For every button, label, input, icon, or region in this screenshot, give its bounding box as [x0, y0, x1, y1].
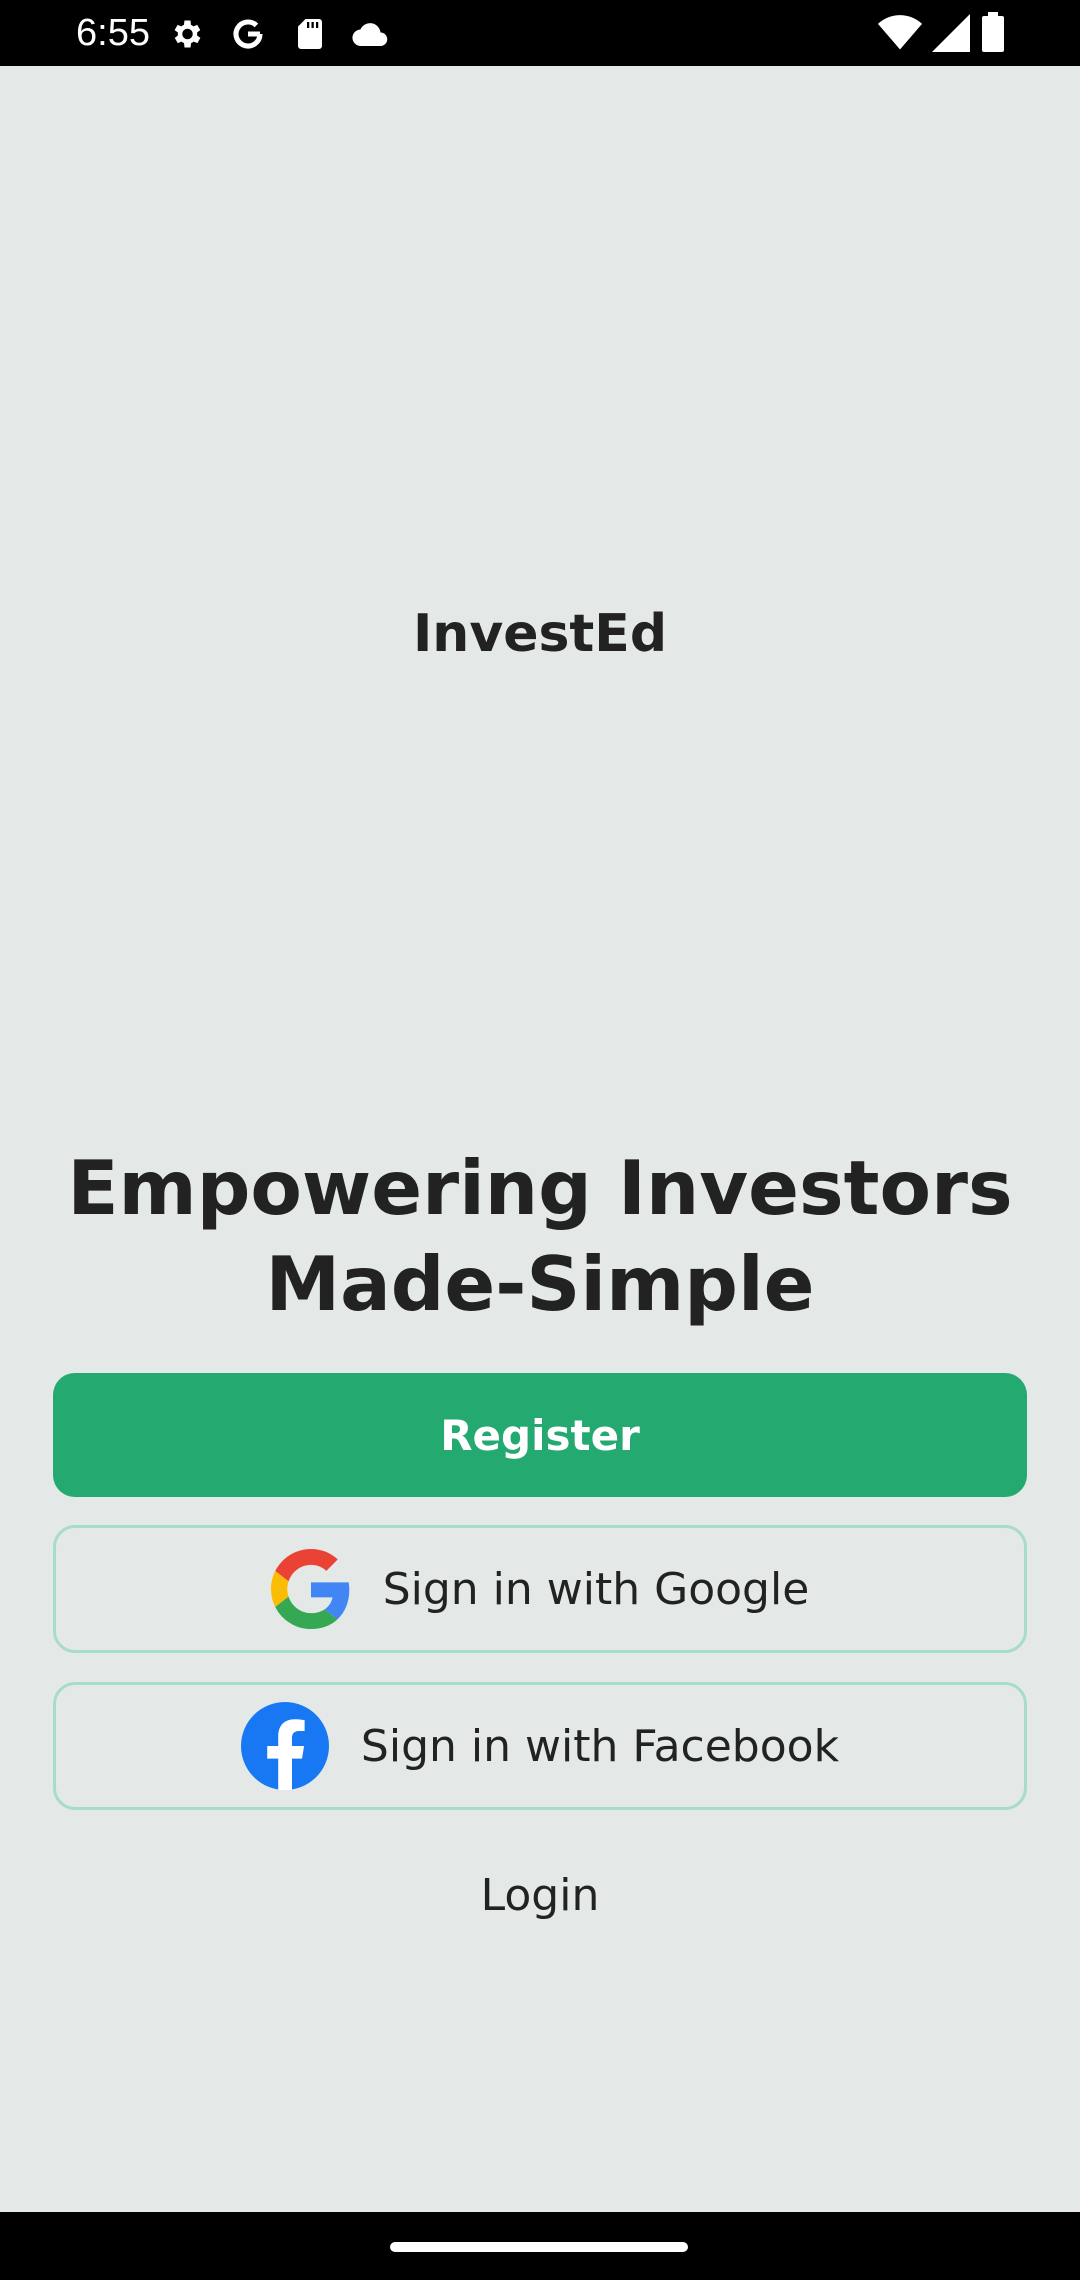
headline-line-1: Empowering Investors: [67, 1144, 1013, 1232]
register-button-label: Register: [440, 1410, 640, 1460]
headline: Empowering Investors Made-Simple: [40, 1140, 1040, 1332]
cellular-signal-icon: [932, 14, 970, 52]
app-title: InvestEd: [412, 604, 668, 664]
google-g-icon: [230, 16, 266, 52]
facebook-logo-icon: [240, 1702, 329, 1790]
login-link[interactable]: Login: [0, 1870, 1080, 1921]
headline-line-2: Made-Simple: [265, 1240, 815, 1328]
wifi-icon: [878, 14, 922, 52]
status-time: 6:55: [76, 12, 150, 54]
status-bar: 6:55: [0, 0, 1080, 66]
battery-icon: [982, 12, 1004, 52]
cloud-icon: [350, 16, 390, 52]
navigation-bar: [0, 2212, 1080, 2280]
register-button[interactable]: Register: [53, 1373, 1027, 1497]
gear-icon: [168, 16, 204, 52]
facebook-sign-in-button[interactable]: Sign in with Facebook: [53, 1682, 1027, 1810]
google-sign-in-label: Sign in with Google: [382, 1563, 810, 1615]
home-gesture-handle[interactable]: [390, 2242, 688, 2252]
google-logo-icon: [270, 1549, 351, 1629]
sd-card-icon: [292, 16, 328, 52]
login-label: Login: [480, 1870, 600, 1921]
google-sign-in-button[interactable]: Sign in with Google: [53, 1525, 1027, 1653]
facebook-sign-in-label: Sign in with Facebook: [360, 1720, 840, 1772]
